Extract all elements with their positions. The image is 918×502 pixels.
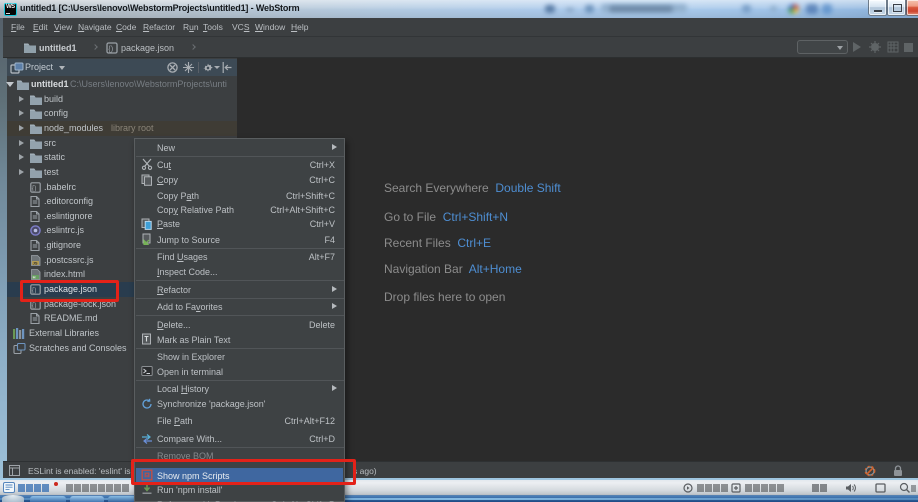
svg-text:{): {)	[32, 302, 37, 309]
svg-text:JS: JS	[33, 260, 38, 265]
svg-text:{): {)	[108, 44, 114, 53]
svg-text:{): {)	[32, 185, 37, 192]
svg-text:H: H	[33, 274, 36, 279]
